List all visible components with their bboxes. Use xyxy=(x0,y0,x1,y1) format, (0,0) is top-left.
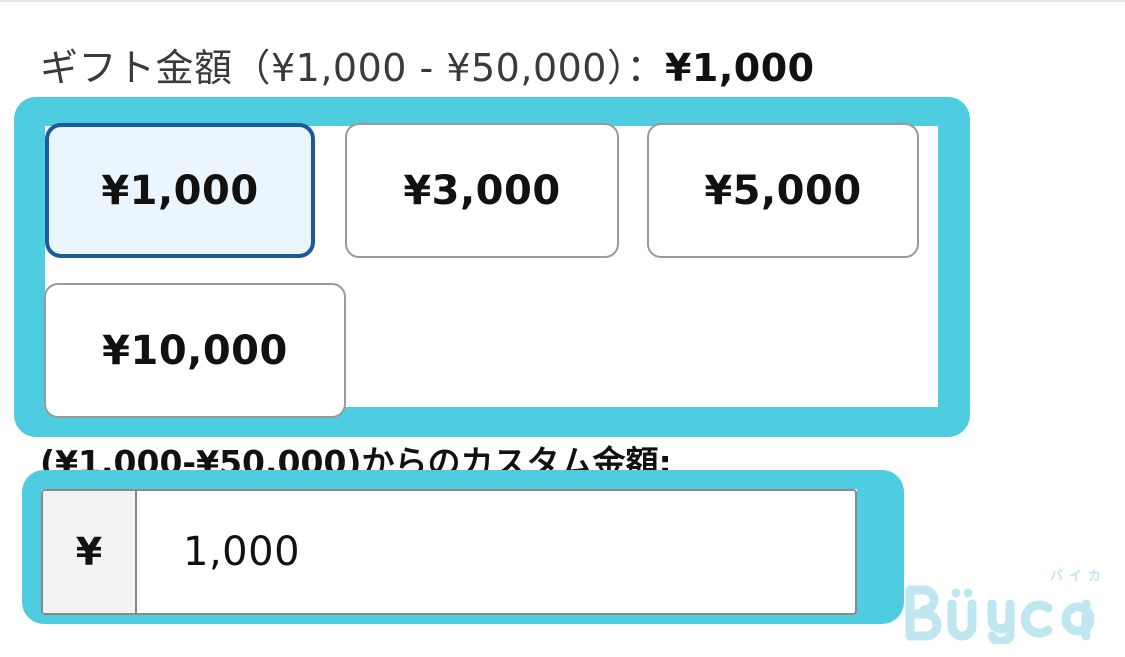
preset-amount-button-5000[interactable]: ¥5,000 xyxy=(647,123,919,258)
watermark-kana: バイカ xyxy=(1050,569,1107,584)
yen-currency-prefix: ¥ xyxy=(43,491,137,613)
buyca-logo-watermark: バイカ xyxy=(905,569,1107,644)
gift-amount-current-value: ¥1,000 xyxy=(664,46,815,90)
gift-amount-heading-label: ギフト金額（¥1,000 - ¥50,000）： xyxy=(40,46,665,90)
preset-amount-button-3000[interactable]: ¥3,000 xyxy=(345,123,619,258)
custom-amount-input-group: ¥ xyxy=(41,489,857,615)
top-divider xyxy=(0,0,1125,2)
preset-amount-button-1000[interactable]: ¥1,000 xyxy=(45,123,315,258)
custom-amount-input[interactable] xyxy=(137,491,855,613)
preset-amount-button-10000[interactable]: ¥10,000 xyxy=(44,283,346,418)
gift-amount-heading: ギフト金額（¥1,000 - ¥50,000）：¥1,000 xyxy=(40,44,815,92)
